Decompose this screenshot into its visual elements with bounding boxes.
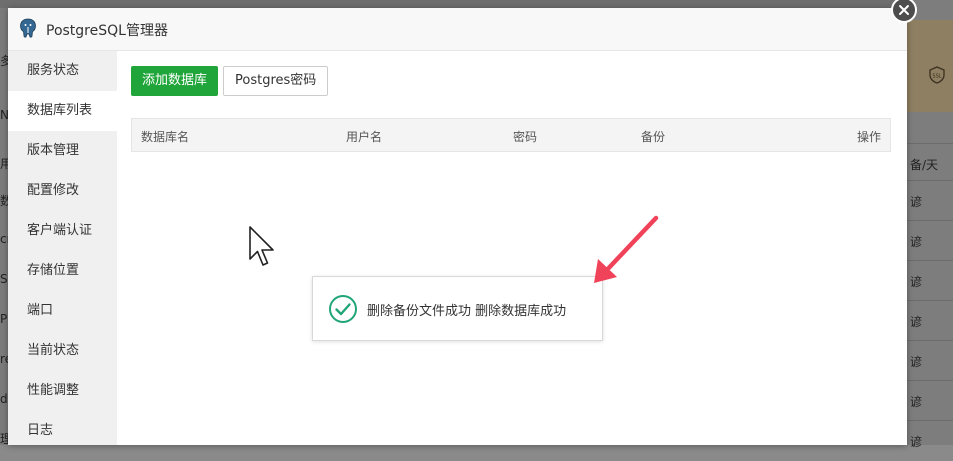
background-left-char: 用	[0, 157, 8, 171]
sidebar-item-logs[interactable]: 日志	[8, 411, 117, 451]
background-left-char: re	[0, 352, 8, 366]
sidebar-item-service-status[interactable]: 服务状态	[8, 51, 117, 91]
sidebar-item-port[interactable]: 端口	[8, 291, 117, 331]
background-left-char: di	[0, 392, 8, 406]
postgres-password-button[interactable]: Postgres密码	[223, 66, 329, 96]
background-table-cell: 谚	[907, 380, 953, 421]
background-left-char: P	[0, 312, 8, 326]
background-left-char: 数	[0, 194, 8, 208]
background-left-char: S	[0, 272, 8, 286]
background-table-cell: 谚	[907, 340, 953, 381]
check-circle-icon	[329, 295, 357, 323]
close-icon	[899, 5, 909, 15]
mouse-pointer-icon	[249, 226, 274, 266]
sidebar-item-version-management[interactable]: 版本管理	[8, 131, 117, 171]
modal-header: PostgreSQL管理器	[8, 8, 907, 51]
column-header-db-name[interactable]: 数据库名	[141, 128, 189, 145]
add-database-button[interactable]: 添加数据库	[131, 66, 219, 96]
sidebar-item-config-edit[interactable]: 配置修改	[8, 171, 117, 211]
sidebar-item-database-list[interactable]: 数据库列表	[8, 91, 117, 131]
sidebar-item-performance-tuning[interactable]: 性能调整	[8, 371, 117, 411]
sidebar: 服务状态 数据库列表 版本管理 配置修改 客户端认证 存储位置 端口 当前状态 …	[8, 51, 117, 445]
sidebar-item-storage-location[interactable]: 存储位置	[8, 251, 117, 291]
background-left-char: cr	[0, 232, 8, 246]
database-table-header: 数据库名 用户名 密码 备份 操作	[131, 118, 891, 152]
background-table-cell: 谚	[907, 260, 953, 301]
background-table-cell: 谚	[907, 420, 953, 461]
column-header-password[interactable]: 密码	[513, 128, 537, 145]
column-header-actions: 操作	[857, 130, 882, 144]
postgresql-manager-modal: PostgreSQL管理器 服务状态 数据库列表 版本管理 配置修改 客户端认证…	[8, 8, 907, 445]
background-header-unit: 备/天	[910, 158, 939, 172]
annotation-arrow-icon	[594, 215, 659, 283]
background-left-char: N	[0, 108, 8, 122]
background-topbar	[0, 0, 953, 8]
background-table-header-cell: 备/天	[907, 143, 953, 184]
background-table-cell: 谚	[907, 300, 953, 341]
background-left-char: 理	[0, 432, 8, 446]
sidebar-item-client-auth[interactable]: 客户端认证	[8, 211, 117, 251]
svg-text:SSL: SSL	[932, 74, 941, 80]
toast-message: 删除备份文件成功 删除数据库成功	[367, 304, 567, 319]
sidebar-item-current-status[interactable]: 当前状态	[8, 331, 117, 371]
ssl-shield-icon: SSL	[929, 66, 945, 84]
column-header-username[interactable]: 用户名	[346, 128, 382, 145]
column-header-backup[interactable]: 备份	[641, 128, 665, 145]
modal-title: PostgreSQL管理器	[46, 23, 168, 39]
postgresql-elephant-icon	[20, 18, 36, 38]
background-left-char: 多	[0, 54, 8, 68]
success-toast: 删除备份文件成功 删除数据库成功	[312, 276, 603, 341]
background-table-cell: 谚	[907, 220, 953, 261]
content-panel: 添加数据库 Postgres密码 数据库名 用户名 密码 备份 操作	[117, 51, 907, 445]
background-table-cell: 谚	[907, 180, 953, 221]
